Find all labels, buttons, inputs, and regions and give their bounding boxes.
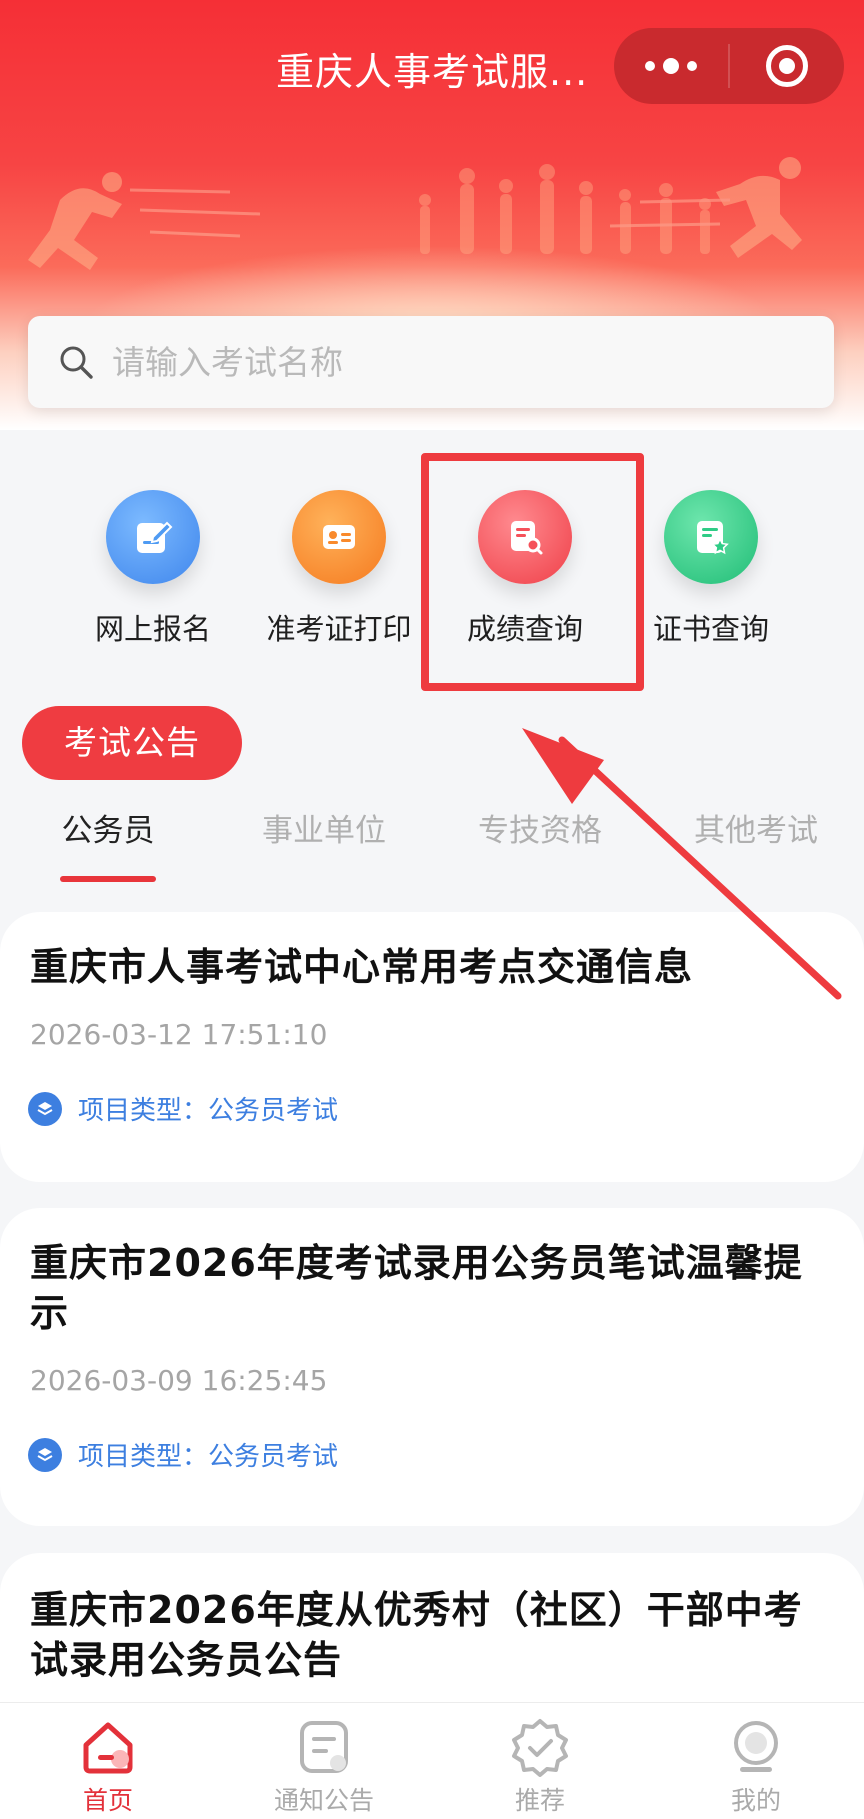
nav-item-notices[interactable]: 通知公告 [216, 1703, 432, 1819]
mini-program-capsule [614, 28, 844, 104]
target-circle-icon [766, 45, 808, 87]
nav-label: 推荐 [514, 1786, 565, 1815]
more-button[interactable] [614, 28, 728, 104]
more-dots-icon [645, 58, 697, 74]
runners-illustration [28, 157, 802, 270]
tab-professional-qualification[interactable]: 专技资格 [432, 800, 648, 862]
edit-form-icon [106, 490, 200, 584]
nav-label: 我的 [730, 1786, 781, 1815]
quick-entry-label: 证书查询 [652, 612, 769, 646]
active-tab-indicator [60, 876, 156, 882]
section-tag: 考试公告 [22, 706, 242, 780]
search-icon [60, 346, 93, 379]
announcement-date: 2026-03-12 17:51:10 [30, 1018, 328, 1051]
quick-entry-label: 网上报名 [94, 612, 211, 646]
tab-other-exams[interactable]: 其他考试 [648, 800, 864, 862]
annotation-highlight-box [421, 453, 644, 691]
announcement-meta: 项目类型：公务员考试 [28, 1436, 338, 1473]
announcement-date: 2026-03-09 16:25:45 [30, 1364, 328, 1397]
bottom-navigation: 首页 通知公告 推荐 我的 [0, 1702, 864, 1819]
announcement-card[interactable]: 重庆市2026年度考试录用公务员笔试温馨提示 2026-03-09 16:25:… [0, 1208, 864, 1526]
quick-entry-admission-ticket[interactable]: 准考证打印 [246, 490, 432, 660]
search-bar[interactable] [28, 316, 834, 408]
quick-entry-online-registration[interactable]: 网上报名 [60, 490, 246, 660]
layers-icon [28, 1091, 62, 1126]
tab-civil-servant[interactable]: 公务员 [0, 800, 216, 862]
tab-public-institution[interactable]: 事业单位 [216, 800, 432, 862]
certificate-icon [664, 490, 758, 584]
category-tabs: 公务员 事业单位 专技资格 其他考试 [0, 800, 864, 890]
recommend-badge-icon [512, 1719, 568, 1777]
close-miniprogram-button[interactable] [730, 28, 844, 104]
announcement-title: 重庆市2026年度考试录用公务员笔试温馨提示 [30, 1241, 803, 1335]
announcement-meta: 项目类型：公务员考试 [28, 1090, 338, 1127]
quick-entry-certificate-query[interactable]: 证书查询 [618, 490, 804, 660]
announcement-card[interactable]: 重庆市人事考试中心常用考点交通信息 2026-03-12 17:51:10 项目… [0, 912, 864, 1182]
nav-label: 通知公告 [273, 1786, 374, 1815]
project-type-text: 项目类型：公务员考试 [78, 1442, 339, 1472]
app-page: 重庆人事考试服... 请输入考试名称 网上报名 准考证打印 成绩查询 证书查询 … [0, 0, 864, 1819]
announcement-title: 重庆市2026年度从优秀村（社区）干部中考试录用公务员公告 [30, 1588, 803, 1682]
announcement-title: 重庆市人事考试中心常用考点交通信息 [30, 945, 694, 989]
home-icon [83, 1722, 133, 1774]
nav-item-home[interactable]: 首页 [0, 1703, 216, 1819]
id-card-icon [292, 490, 386, 584]
quick-entry-label: 准考证打印 [266, 612, 412, 646]
search-input[interactable] [112, 342, 792, 382]
notice-icon [300, 1721, 348, 1773]
nav-item-recommend[interactable]: 推荐 [432, 1703, 648, 1819]
project-type-text: 项目类型：公务员考试 [78, 1096, 339, 1126]
nav-label: 首页 [82, 1786, 133, 1815]
nav-item-profile[interactable]: 我的 [648, 1703, 864, 1819]
page-title: 重庆人事考试服... [276, 50, 589, 94]
layers-icon [28, 1437, 62, 1472]
profile-icon [734, 1721, 778, 1772]
